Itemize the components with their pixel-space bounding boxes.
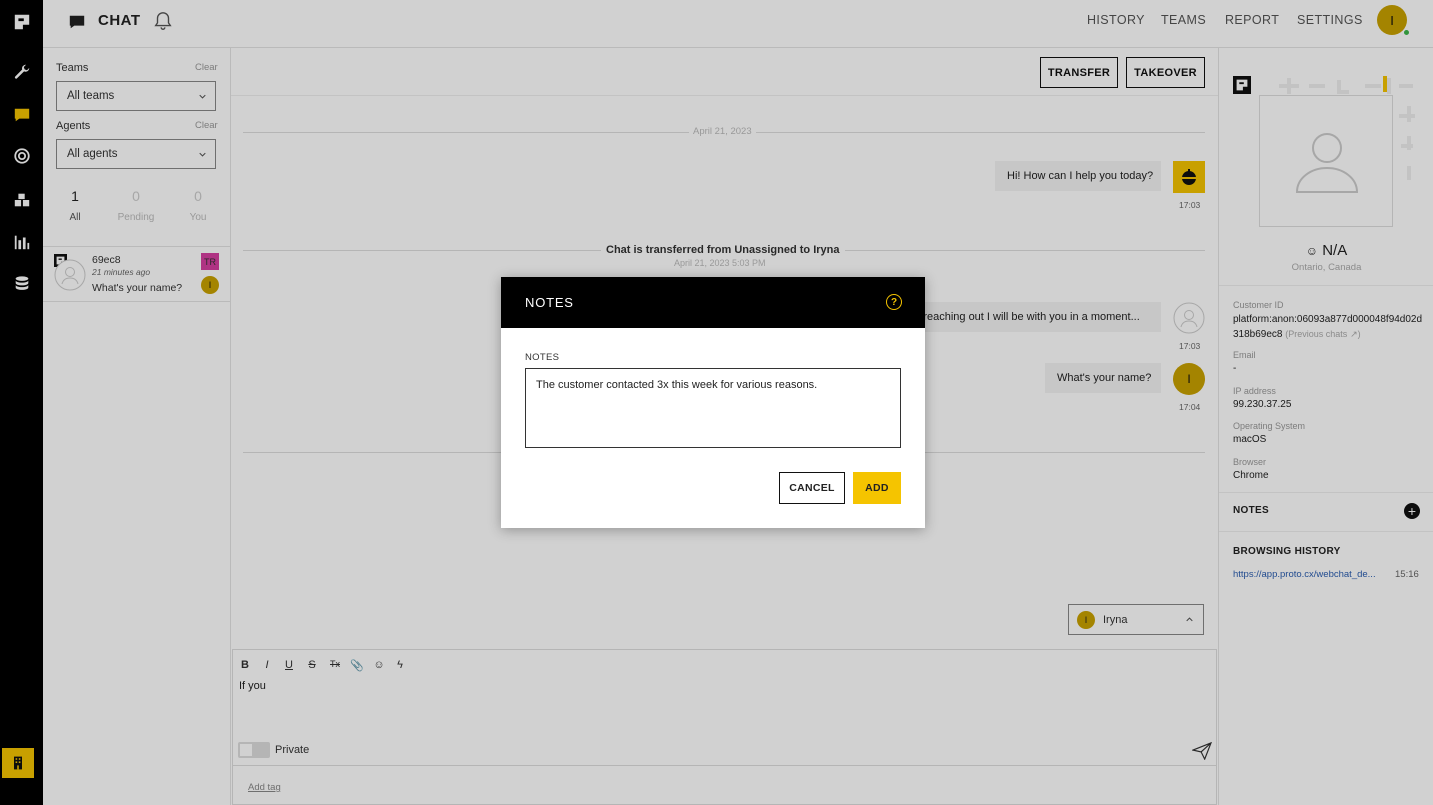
add-button[interactable]: ADD [853, 472, 901, 504]
notes-modal: NOTES ? NOTES The customer contacted 3x … [501, 277, 925, 528]
help-icon[interactable]: ? [886, 294, 902, 310]
cancel-button[interactable]: CANCEL [779, 472, 845, 504]
modal-header: NOTES ? [501, 277, 925, 328]
notes-textarea[interactable]: The customer contacted 3x this week for … [525, 368, 901, 448]
modal-title: NOTES [525, 295, 574, 310]
notes-field-label: NOTES [525, 352, 560, 363]
